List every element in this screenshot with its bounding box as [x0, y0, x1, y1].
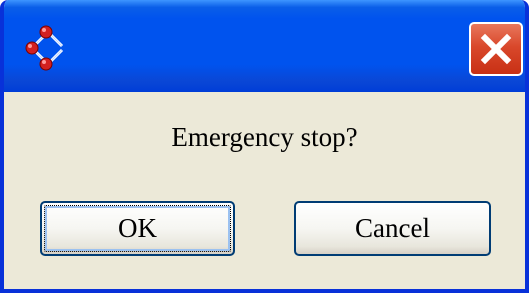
app-icon	[20, 22, 72, 74]
cancel-button[interactable]: Cancel	[294, 201, 491, 256]
close-button[interactable]	[469, 22, 523, 76]
title-bar[interactable]	[4, 0, 525, 92]
dialog-window: Emergency stop? OK Cancel	[0, 0, 529, 293]
ok-button[interactable]: OK	[40, 201, 235, 256]
dialog-message: Emergency stop?	[171, 122, 358, 152]
dialog-body: Emergency stop? OK Cancel	[4, 92, 525, 289]
